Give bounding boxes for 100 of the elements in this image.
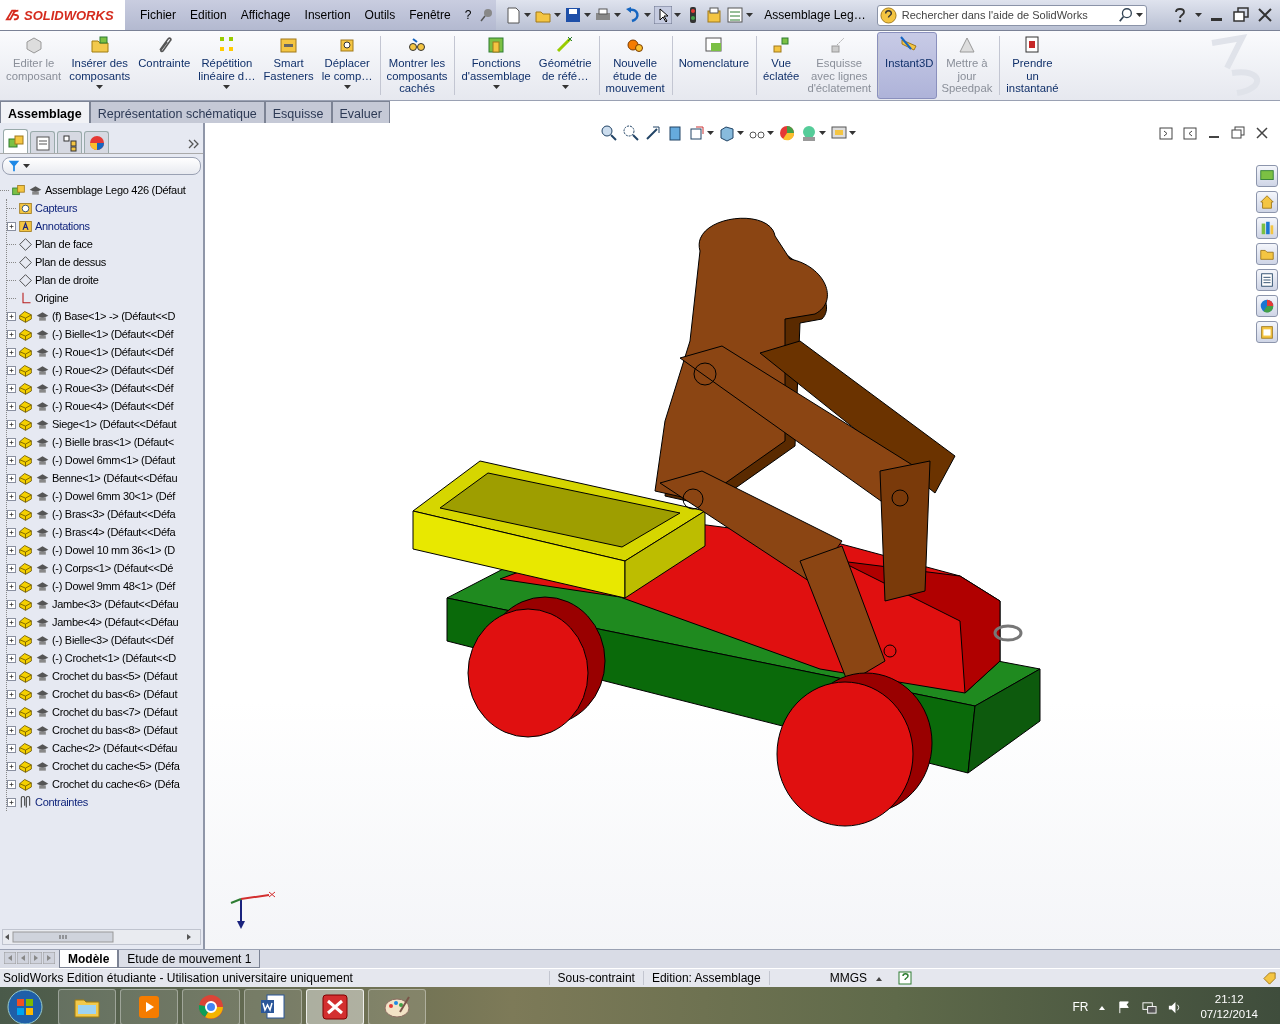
help-icon[interactable]: [898, 971, 912, 985]
task-pane-button[interactable]: [1256, 191, 1278, 213]
ribbon-button[interactable]: Déplacer le comp…: [317, 32, 377, 99]
expand-icon[interactable]: [7, 221, 16, 231]
command-tab[interactable]: Esquisse: [264, 101, 332, 123]
task-pane-button[interactable]: [1256, 269, 1278, 291]
tree-item[interactable]: (-) Bras<3> (Défaut<<Défa: [52, 508, 176, 520]
expand-icon[interactable]: [7, 329, 16, 339]
tree-item[interactable]: (-) Bielle<3> (Défaut<<Déf: [52, 634, 174, 646]
expand-icon[interactable]: [7, 365, 16, 375]
panel-tab[interactable]: [3, 129, 28, 153]
ribbon-button[interactable]: Insérer des composants: [65, 32, 135, 99]
tree-item[interactable]: Plan de droite: [35, 274, 99, 286]
task-pane-button[interactable]: [1256, 165, 1278, 187]
expand-icon[interactable]: [7, 527, 16, 537]
panel-tab[interactable]: [57, 131, 82, 153]
caret-icon[interactable]: [223, 85, 231, 89]
tree-item[interactable]: Annotations: [35, 220, 90, 232]
tree-item[interactable]: (-) Dowel 6mm 30<1> (Déf: [52, 490, 175, 502]
tree-item[interactable]: Jambe<4> (Défaut<<Défau: [52, 616, 179, 628]
command-tab[interactable]: Représentation schématique: [89, 101, 265, 123]
panel-tab[interactable]: [30, 131, 55, 153]
zoom-area-icon[interactable]: [622, 124, 640, 142]
network-icon[interactable]: [1142, 999, 1158, 1015]
tree-item[interactable]: (-) Roue<2> (Défaut<<Déf: [52, 364, 174, 376]
tree-item[interactable]: (-) Bras<4> (Défaut<<Défa: [52, 526, 176, 538]
taskbar-app[interactable]: [58, 989, 116, 1024]
expand-icon[interactable]: [7, 725, 16, 735]
task-pane-button[interactable]: [1256, 217, 1278, 239]
ribbon-button[interactable]: Répétition linéaire d…: [194, 32, 260, 99]
ribbon-button[interactable]: Vue éclatée: [754, 32, 804, 99]
tree-item[interactable]: Crochet du bas<8> (Défaut: [52, 724, 178, 736]
expand-icon[interactable]: [7, 437, 16, 447]
expand-icon[interactable]: [7, 563, 16, 573]
ribbon-button[interactable]: Nouvelle étude de mouvement: [597, 32, 669, 99]
expand-icon[interactable]: [7, 797, 16, 807]
expand-icon[interactable]: [7, 635, 16, 645]
caret-icon[interactable]: [524, 13, 532, 17]
tile-right-icon[interactable]: [1182, 125, 1198, 141]
expand-icon[interactable]: [7, 653, 16, 663]
expand-icon[interactable]: [7, 617, 16, 627]
restore-icon[interactable]: [1230, 125, 1246, 141]
tree-item[interactable]: Benne<1> (Défaut<<Défau: [52, 472, 178, 484]
tree-item[interactable]: Crochet du bas<5> (Défaut: [52, 670, 178, 682]
menu-item[interactable]: ?: [457, 8, 479, 22]
search-field[interactable]: Rechercher dans l'aide de SolidWorks: [876, 4, 1147, 26]
ribbon-button[interactable]: Géométrie de réfé…: [534, 32, 596, 99]
tree-item[interactable]: (f) Base<1> -> (Défaut<<D: [52, 310, 176, 322]
close-icon[interactable]: [1256, 6, 1274, 24]
caret-icon[interactable]: [23, 164, 30, 168]
expand-icon[interactable]: [7, 689, 16, 699]
menu-item[interactable]: Edition: [183, 8, 234, 22]
tree-item[interactable]: (-) Dowel 9mm 48<1> (Déf: [52, 580, 175, 592]
ribbon-button[interactable]: Smart Fasteners: [259, 32, 318, 99]
chevron-icon[interactable]: [188, 139, 200, 149]
caret-icon[interactable]: [849, 131, 856, 135]
caret-icon[interactable]: [343, 85, 351, 89]
caret-icon[interactable]: [1135, 12, 1143, 17]
language-indicator[interactable]: FR: [1072, 1000, 1089, 1014]
caret-icon[interactable]: [492, 85, 500, 89]
tree-item[interactable]: Plan de face: [35, 238, 93, 250]
caret-icon[interactable]: [644, 13, 652, 17]
caret-icon[interactable]: [819, 131, 826, 135]
menu-item[interactable]: Affichage: [233, 8, 298, 22]
tree-item[interactable]: (-) Roue<1> (Défaut<<Déf: [52, 346, 174, 358]
tree-item[interactable]: (-) Bielle bras<1> (Défaut<: [52, 436, 174, 448]
pointer-icon[interactable]: [654, 6, 673, 24]
tree-item[interactable]: (-) Corps<1> (Défaut<<Dé: [52, 562, 174, 574]
menu-item[interactable]: Fichier: [133, 8, 183, 22]
ribbon-button[interactable]: Prendre un instantané: [998, 32, 1063, 99]
zoom-icon[interactable]: [600, 124, 618, 142]
expand-icon[interactable]: [7, 509, 16, 519]
task-pane-button[interactable]: [1256, 295, 1278, 317]
caret-icon[interactable]: [746, 13, 754, 17]
expand-icon[interactable]: [7, 455, 16, 465]
expand-icon[interactable]: [7, 311, 16, 321]
close-icon[interactable]: [1254, 125, 1270, 141]
caret-icon[interactable]: [554, 13, 562, 17]
expand-icon[interactable]: [7, 545, 16, 555]
tree-item[interactable]: (-) Roue<3> (Défaut<<Déf: [52, 382, 174, 394]
expand-icon[interactable]: [7, 491, 16, 501]
clock-time[interactable]: 21:12: [1214, 992, 1244, 1007]
filter-field[interactable]: [2, 157, 201, 175]
tree-item[interactable]: Crochet du cache<6> (Défa: [52, 778, 180, 790]
command-tab[interactable]: Evaluer: [331, 101, 390, 123]
caret-icon[interactable]: [1195, 13, 1202, 17]
caret-icon[interactable]: [561, 85, 569, 89]
tree-item[interactable]: Crochet du cache<5> (Défa: [52, 760, 180, 772]
tree-item[interactable]: (-) Crochet<1> (Défaut<<D: [52, 652, 176, 664]
expand-icon[interactable]: [7, 671, 16, 681]
panel-tab[interactable]: [84, 131, 109, 153]
caret-icon[interactable]: [614, 13, 622, 17]
caret-icon[interactable]: [737, 131, 744, 135]
taskbar-app[interactable]: [306, 989, 364, 1024]
task-pane-button[interactable]: [1256, 243, 1278, 265]
expand-icon[interactable]: [7, 581, 16, 591]
tree-item[interactable]: Cache<2> (Défaut<<Défau: [52, 742, 178, 754]
tree-item[interactable]: (-) Roue<4> (Défaut<<Déf: [52, 400, 174, 412]
expand-icon[interactable]: [7, 347, 16, 357]
expand-icon[interactable]: [7, 707, 16, 717]
